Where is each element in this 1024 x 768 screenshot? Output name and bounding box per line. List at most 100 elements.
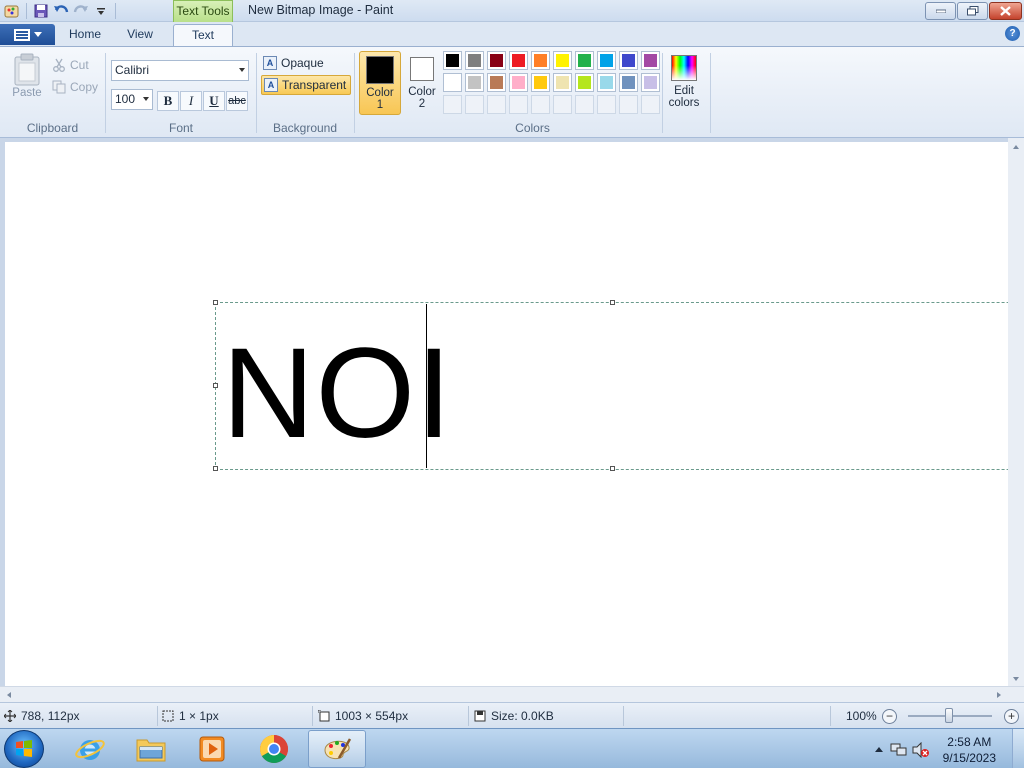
palette-swatch-color bbox=[446, 54, 459, 67]
clock[interactable]: 2:58 AM 9/15/2023 bbox=[943, 734, 996, 766]
taskbar-chrome[interactable] bbox=[246, 730, 302, 768]
paste-label: Paste bbox=[12, 87, 42, 99]
paste-button[interactable]: Paste bbox=[8, 53, 46, 99]
palette-swatch[interactable] bbox=[465, 51, 484, 70]
selection-size: 1 × 1px bbox=[162, 709, 219, 723]
scroll-up-icon[interactable] bbox=[1008, 142, 1024, 152]
zoom-in-button[interactable]: + bbox=[1004, 709, 1019, 724]
edit-colors-button[interactable]: Edit colors bbox=[666, 51, 702, 117]
customize-qat-icon[interactable] bbox=[91, 2, 111, 20]
palette-swatch[interactable] bbox=[465, 73, 484, 92]
palette-swatch[interactable] bbox=[487, 51, 506, 70]
help-icon[interactable]: ? bbox=[1005, 26, 1020, 41]
palette-custom-slot[interactable] bbox=[597, 95, 616, 114]
status-divider bbox=[157, 706, 158, 726]
paint-menu-button[interactable] bbox=[0, 24, 55, 45]
opaque-button[interactable]: A Opaque bbox=[261, 53, 328, 73]
scroll-right-icon[interactable] bbox=[994, 687, 1004, 703]
cursor-position-value: 788, 112px bbox=[21, 709, 80, 723]
palette-custom-slot[interactable] bbox=[509, 95, 528, 114]
edit-colors-label-line1: Edit bbox=[674, 85, 694, 97]
palette-swatch[interactable] bbox=[597, 51, 616, 70]
resize-handle-left[interactable] bbox=[213, 383, 218, 388]
redo-icon[interactable] bbox=[71, 2, 91, 20]
color2-swatch bbox=[410, 57, 434, 81]
color2-button[interactable]: Color 2 bbox=[401, 51, 443, 115]
strikethrough-button[interactable]: abc bbox=[226, 91, 248, 111]
chrome-icon bbox=[260, 735, 288, 763]
text-tools-contextual-label: Text Tools bbox=[173, 0, 233, 22]
windows-logo-icon bbox=[16, 740, 32, 757]
vertical-scrollbar[interactable] bbox=[1008, 138, 1024, 702]
window-title: New Bitmap Image - Paint bbox=[248, 3, 394, 17]
restore-button[interactable] bbox=[957, 2, 988, 20]
cut-button[interactable]: Cut bbox=[52, 55, 89, 75]
palette-custom-slot[interactable] bbox=[531, 95, 550, 114]
palette-swatch[interactable] bbox=[553, 73, 572, 92]
palette-swatch[interactable] bbox=[509, 73, 528, 92]
transparent-button[interactable]: A Transparent bbox=[261, 75, 352, 95]
show-desktop-button[interactable] bbox=[1012, 729, 1024, 768]
palette-swatch[interactable] bbox=[597, 73, 616, 92]
show-hidden-icons-icon[interactable] bbox=[874, 745, 884, 753]
palette-swatch[interactable] bbox=[531, 73, 550, 92]
font-group: Calibri 100 B I U abc Font bbox=[106, 49, 256, 137]
taskbar-paint[interactable] bbox=[308, 730, 366, 768]
close-button[interactable] bbox=[989, 2, 1022, 20]
palette-custom-slot[interactable] bbox=[553, 95, 572, 114]
italic-button[interactable]: I bbox=[180, 91, 202, 111]
palette-swatch[interactable] bbox=[487, 73, 506, 92]
palette-swatch[interactable] bbox=[553, 51, 572, 70]
palette-swatch[interactable] bbox=[619, 73, 638, 92]
palette-swatch[interactable] bbox=[575, 51, 594, 70]
image-size-icon bbox=[318, 710, 330, 722]
drawing-canvas[interactable]: NOI bbox=[5, 142, 1008, 696]
palette-custom-slot[interactable] bbox=[575, 95, 594, 114]
palette-swatch-color bbox=[512, 54, 525, 67]
taskbar-file-explorer[interactable] bbox=[123, 730, 179, 768]
tab-text[interactable]: Text bbox=[173, 24, 233, 46]
qat-separator bbox=[115, 3, 116, 19]
undo-icon[interactable] bbox=[51, 2, 71, 20]
palette-swatch[interactable] bbox=[619, 51, 638, 70]
palette-custom-slot[interactable] bbox=[465, 95, 484, 114]
resize-handle-top-left[interactable] bbox=[213, 300, 218, 305]
palette-swatch[interactable] bbox=[575, 73, 594, 92]
start-button[interactable] bbox=[4, 730, 44, 768]
scroll-down-icon[interactable] bbox=[1008, 674, 1024, 684]
palette-swatch[interactable] bbox=[531, 51, 550, 70]
palette-custom-slot[interactable] bbox=[443, 95, 462, 114]
palette-swatch[interactable] bbox=[443, 51, 462, 70]
palette-custom-slot[interactable] bbox=[619, 95, 638, 114]
copy-button[interactable]: Copy bbox=[52, 77, 98, 97]
palette-custom-slot[interactable] bbox=[641, 95, 660, 114]
palette-custom-slot[interactable] bbox=[487, 95, 506, 114]
minimize-button[interactable] bbox=[925, 2, 956, 20]
canvas-text[interactable]: NOI bbox=[222, 330, 453, 458]
paint-app-icon[interactable] bbox=[2, 2, 22, 20]
taskbar-internet-explorer[interactable] bbox=[62, 730, 118, 768]
resize-handle-top[interactable] bbox=[610, 300, 615, 305]
resize-handle-bottom[interactable] bbox=[610, 466, 615, 471]
palette-swatch[interactable] bbox=[641, 73, 660, 92]
palette-swatch[interactable] bbox=[443, 73, 462, 92]
tab-home[interactable]: Home bbox=[60, 24, 110, 46]
bold-button[interactable]: B bbox=[157, 91, 179, 111]
font-size-select[interactable]: 100 bbox=[111, 89, 153, 110]
underline-button[interactable]: U bbox=[203, 91, 225, 111]
save-icon[interactable] bbox=[31, 2, 51, 20]
palette-swatch[interactable] bbox=[509, 51, 528, 70]
resize-handle-bottom-left[interactable] bbox=[213, 466, 218, 471]
scroll-left-icon[interactable] bbox=[4, 687, 14, 703]
horizontal-scrollbar[interactable] bbox=[0, 686, 1024, 702]
volume-muted-icon[interactable] bbox=[912, 742, 930, 758]
zoom-out-button[interactable]: − bbox=[882, 709, 897, 724]
tab-view[interactable]: View bbox=[115, 24, 165, 46]
font-family-select[interactable]: Calibri bbox=[111, 60, 249, 81]
palette-swatch[interactable] bbox=[641, 51, 660, 70]
palette-swatch-color bbox=[622, 54, 635, 67]
taskbar-media-player[interactable] bbox=[184, 730, 240, 768]
zoom-slider-thumb[interactable] bbox=[945, 708, 953, 723]
color1-button[interactable]: Color 1 bbox=[359, 51, 401, 115]
network-icon[interactable] bbox=[890, 742, 908, 758]
